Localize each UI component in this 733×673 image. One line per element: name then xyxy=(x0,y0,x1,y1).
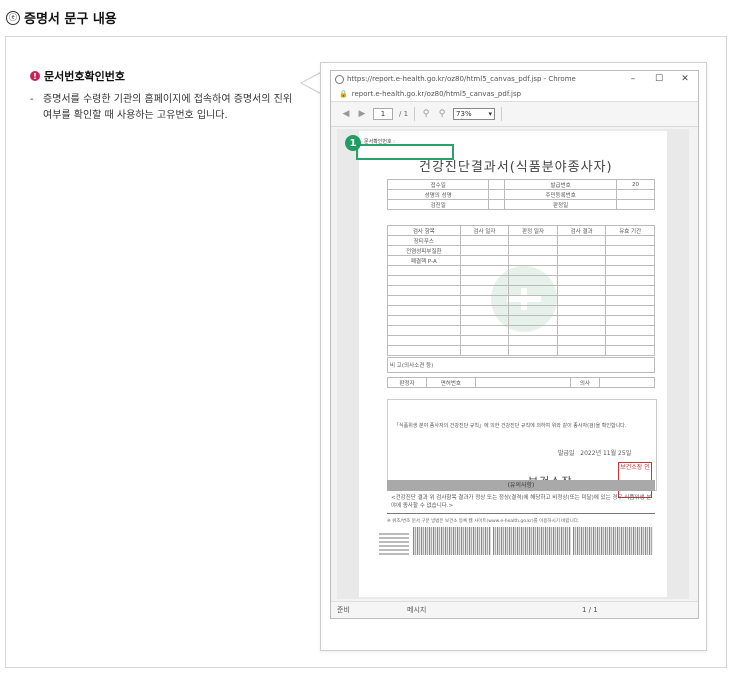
section-title-text: 증명서 문구 내용 xyxy=(24,12,117,27)
col-item: 검사 항목 xyxy=(387,225,461,236)
info-description-text: 증명서를 수령한 기관의 홈페이지에 접속하여 증명서의 진위여부를 확인할 때… xyxy=(43,94,293,121)
prev-page-icon[interactable]: ◀ xyxy=(341,109,351,119)
cell-exam-date: 검진일 xyxy=(386,199,490,210)
site-icon xyxy=(335,74,344,84)
barcode-2 xyxy=(493,527,571,555)
info-description: - 증명서를 수령한 기관의 홈페이지에 접속하여 증명서의 진위여부를 확인할… xyxy=(30,92,300,124)
notice-heading: (유의사항) xyxy=(387,480,655,491)
callout-badge: 1 xyxy=(345,135,361,151)
status-right: 1 / 1 xyxy=(582,606,598,614)
maximize-button[interactable]: ☐ xyxy=(646,74,672,84)
page-total: / 1 xyxy=(399,110,409,118)
results-table: 검사 항목 검사 일자 판정 일자 검사 결과 유효 기간 장티푸스 전염성피부… xyxy=(387,225,655,356)
next-page-icon[interactable]: ▶ xyxy=(357,109,367,119)
status-bar: 준비 메시지 1 / 1 xyxy=(331,601,698,618)
info-table: 접수일 발급번호 20 성명의 성명 주민등록번호 검진일 판정일 xyxy=(386,179,655,210)
status-middle: 메시지 xyxy=(407,606,427,614)
info-dash: - xyxy=(30,94,34,105)
document-page: 문서확인번호 : 건강진단결과서(식품분야종사자) 접수일 발급번호 20 성명의 … xyxy=(359,131,667,597)
toolbar-divider xyxy=(501,107,503,121)
cell-judge: 판정자 xyxy=(387,377,427,388)
zoom-select[interactable]: 73% ▾ xyxy=(453,108,496,120)
section-title: ⓔ 증명서 문구 내용 xyxy=(6,8,117,27)
cell-remarks: 비 고(의사소견 등) xyxy=(387,357,655,373)
issue-date-value: 2022년 11월 25일 xyxy=(580,450,632,457)
toolbar-divider xyxy=(414,107,416,121)
viewer-toolbar: ◀ ▶ 1 / 1 ⚲ ⚲ 73% ▾ xyxy=(331,102,698,127)
browser-titlebar: https://report.e-health.go.kr/oz80/html5… xyxy=(331,71,698,87)
status-left: 준비 xyxy=(337,606,350,614)
exclamation-icon: ! xyxy=(30,71,40,81)
cell-doctor: 의사 xyxy=(569,377,601,388)
close-button[interactable]: ✕ xyxy=(672,74,698,84)
barcode-1 xyxy=(413,527,491,555)
chevron-down-icon: ▾ xyxy=(488,110,493,118)
address-text: report.e-health.go.kr/oz80/html5_canvas_… xyxy=(351,90,522,98)
section-number-icon: ⓔ xyxy=(6,10,20,25)
info-heading: ! 문서번호확인번호 xyxy=(30,68,125,84)
minimize-button[interactable]: – xyxy=(620,74,646,84)
col-valid: 유효 기간 xyxy=(605,225,655,236)
cell-name: 성명의 성명 xyxy=(386,189,490,200)
col-result: 검사 결과 xyxy=(556,225,607,236)
footnote: ※ 위조/변조 문서 구분 방법은 보건소 등록 웹 사이트(www.e-hea… xyxy=(387,519,580,524)
cell-resident-no: 주민등록번호 xyxy=(504,189,618,200)
qr-code-icon xyxy=(379,533,409,555)
callout-pointer-inner xyxy=(302,73,321,93)
certification-box: 「식품위생 분야 종사자의 건강진단 규칙」에 의한 건강진단 규칙에 의하여 … xyxy=(387,399,657,498)
row-item1: 장티푸스 xyxy=(387,235,461,246)
col-judge-date: 판정 일자 xyxy=(508,225,558,236)
zoom-out-icon[interactable]: ⚲ xyxy=(421,109,431,119)
remarks-table: 비 고(의사소견 등) xyxy=(387,357,655,373)
barcode-3 xyxy=(573,527,653,555)
cell-judge-date: 판정일 xyxy=(504,199,618,210)
cell-received: 접수일 xyxy=(386,179,490,190)
document-viewport[interactable]: 문서확인번호 : 건강진단결과서(식품분야종사자) 접수일 발급번호 20 성명의 … xyxy=(337,129,689,599)
cell-license: 면허번호 xyxy=(426,377,476,388)
cell-issue-no-label: 발급번호 xyxy=(504,179,618,190)
lock-icon: 🔒 xyxy=(339,90,348,98)
page-input[interactable]: 1 xyxy=(373,108,393,120)
certification-text: 「식품위생 분야 종사자의 건강진단 규칙」에 의한 건강진단 규칙에 의하여 … xyxy=(394,423,627,429)
doc-number-highlight xyxy=(356,144,454,160)
row-item2: 전염성피부질환 xyxy=(387,245,461,256)
zoom-in-icon[interactable]: ⚲ xyxy=(437,109,447,119)
row-item3: 폐결핵 P-A xyxy=(387,255,461,266)
zoom-value: 73% xyxy=(456,110,472,118)
col-exam-date: 검사 일자 xyxy=(459,225,510,236)
notice-divider xyxy=(387,513,655,514)
notice-text: <건강진단 결과 위 검사항목 결과가 정상 또는 정상(결격)에 해당하고 비… xyxy=(391,495,652,509)
issue-date-label: 발급일 xyxy=(558,450,575,457)
cell-issue-no-value: 20 xyxy=(616,179,655,190)
window-title: https://report.e-health.go.kr/oz80/html5… xyxy=(347,75,576,83)
info-title-text: 문서번호확인번호 xyxy=(44,70,125,83)
issue-date: 발급일 2022년 11월 25일 xyxy=(558,448,631,457)
address-bar[interactable]: 🔒 report.e-health.go.kr/oz80/html5_canva… xyxy=(331,87,698,102)
judge-table: 판정자 면허번호 의사 xyxy=(387,377,655,388)
